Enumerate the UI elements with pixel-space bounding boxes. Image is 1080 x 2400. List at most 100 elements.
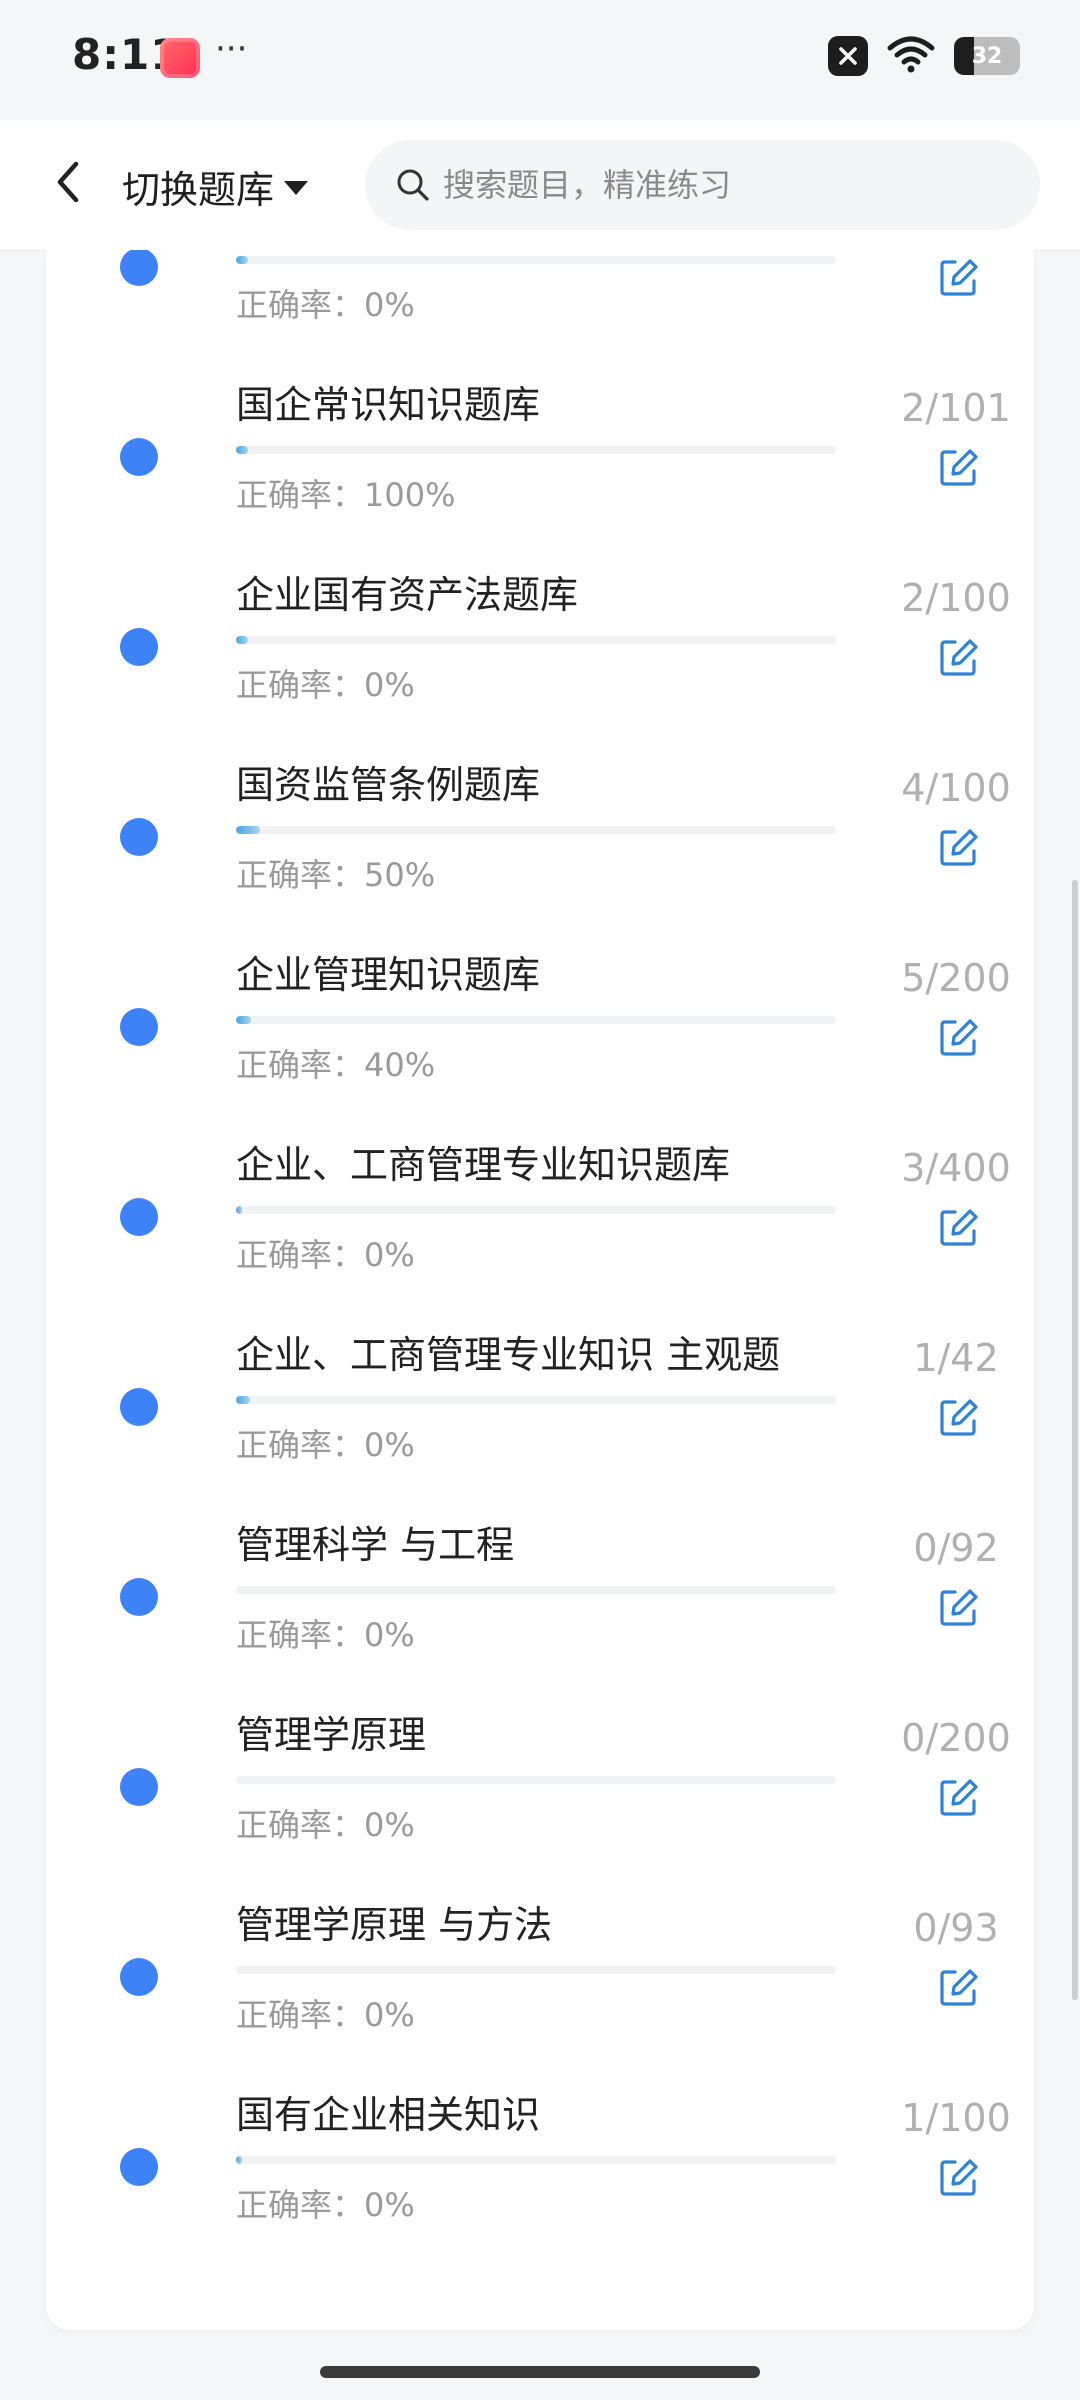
edit-button[interactable] <box>936 1206 980 1250</box>
no-sim-icon <box>828 36 868 76</box>
edit-button[interactable] <box>936 256 980 300</box>
edit-button[interactable] <box>936 1586 980 1630</box>
status-dot <box>120 1008 158 1046</box>
status-dot <box>120 1768 158 1806</box>
item-title: 国资监管条例题库 <box>236 763 541 807</box>
progress-count: 0/200 <box>901 1716 1011 1760</box>
progress-track <box>236 1776 836 1784</box>
progress-track <box>236 256 836 264</box>
item-title: 管理学原理 与方法 <box>236 1903 553 1947</box>
switch-bank-dropdown[interactable]: 切换题库 <box>122 156 309 216</box>
progress-count: 2/101 <box>901 386 1011 430</box>
edit-icon <box>940 1019 978 1056</box>
edit-icon <box>940 639 978 676</box>
list-item[interactable]: 企业、工商管理专业知识题库正确率：0% 3/400 <box>46 1134 1034 1324</box>
status-bar: 8:11 ··· 32 <box>0 0 1080 120</box>
accuracy-label: 正确率：0% <box>236 2186 415 2224</box>
edit-icon <box>940 1589 978 1626</box>
home-gesture-bar[interactable] <box>320 2366 760 2378</box>
progress-track <box>236 636 836 644</box>
question-bank-list: 库正确率：0%3/97 国企常识知识题库正确率：100% 2/101 企业国有资产法题… <box>46 250 1034 2274</box>
progress-count: 2/100 <box>901 576 1011 620</box>
status-dot <box>120 1958 158 1996</box>
progress-track <box>236 1206 836 1214</box>
progress-count: 0/92 <box>913 1526 999 1570</box>
edit-icon <box>940 1779 978 1816</box>
status-dot <box>120 1198 158 1236</box>
progress-count: 1/42 <box>913 1336 999 1380</box>
wifi-icon <box>886 34 936 78</box>
progress-count: 3/400 <box>901 1146 1011 1190</box>
battery-icon: 32 <box>954 37 1020 75</box>
accuracy-label: 正确率：50% <box>236 856 436 894</box>
progress-fill <box>236 256 248 264</box>
list-item[interactable]: 企业管理知识题库 正确率：40% 5/200 <box>46 944 1034 1134</box>
progress-fill <box>236 826 260 834</box>
progress-track <box>236 2156 836 2164</box>
item-title: 企业、工商管理专业知识题库 <box>236 1143 731 1187</box>
item-title: 国有企业相关知识 <box>236 2093 541 2137</box>
edit-button[interactable] <box>936 826 980 870</box>
progress-track <box>236 1586 836 1594</box>
progress-track <box>236 1966 836 1974</box>
edit-button[interactable] <box>936 1396 980 1440</box>
accuracy-label: 正确率：40% <box>236 1046 436 1084</box>
status-dot <box>120 818 158 856</box>
top-nav: 切换题库 <box>0 120 1080 251</box>
edit-icon <box>940 2159 978 2196</box>
back-button[interactable] <box>38 152 98 212</box>
list-item[interactable]: 库正确率：0%3/97 <box>46 250 1034 374</box>
edit-icon <box>940 259 978 296</box>
item-title: 企业、工商管理专业知识 主观题 <box>236 1333 781 1377</box>
scrollbar[interactable] <box>1072 880 1078 2000</box>
progress-fill <box>236 446 248 454</box>
edit-icon <box>940 1209 978 1246</box>
progress-track <box>236 1016 836 1024</box>
search-icon <box>395 167 431 203</box>
progress-track <box>236 826 836 834</box>
edit-button[interactable] <box>936 636 980 680</box>
search-input[interactable] <box>441 165 1025 205</box>
edit-button[interactable] <box>936 1016 980 1060</box>
battery-level: 32 <box>971 43 1003 69</box>
question-bank-card: 库正确率：0%3/97 国企常识知识题库正确率：100% 2/101 企业国有资产法题… <box>46 250 1034 2330</box>
edit-button[interactable] <box>936 2156 980 2200</box>
list-item[interactable]: 国资监管条例题库 正确率：50% 4/100 <box>46 754 1034 944</box>
progress-fill <box>236 1206 242 1214</box>
accuracy-label: 正确率：0% <box>236 1996 415 2034</box>
list-item[interactable]: 企业、工商管理专业知识 主观题 正确率：0% 1/42 <box>46 1324 1034 1514</box>
list-item[interactable]: 管理科学 与工程 正确率：0% 0/92 <box>46 1514 1034 1704</box>
accuracy-label: 正确率：0% <box>236 286 415 324</box>
accuracy-label: 正确率：0% <box>236 666 415 704</box>
app-notification-icon <box>160 38 200 78</box>
search-box[interactable] <box>365 140 1040 230</box>
edit-icon <box>940 1969 978 2006</box>
status-dot <box>120 1578 158 1616</box>
edit-icon <box>940 829 978 866</box>
accuracy-label: 正确率：0% <box>236 1806 415 1844</box>
chevron-left-icon <box>57 161 79 203</box>
item-title: 国企常识知识题库 <box>236 383 541 427</box>
accuracy-label: 正确率：100% <box>236 476 456 514</box>
list-item[interactable]: 国企常识知识题库正确率：100% 2/101 <box>46 374 1034 564</box>
status-dot <box>120 250 158 286</box>
progress-count: 0/93 <box>913 1906 999 1950</box>
list-item[interactable]: 企业国有资产法题库正确率：0% 2/100 <box>46 564 1034 754</box>
status-dot <box>120 628 158 666</box>
list-item[interactable]: 国有企业相关知识 正确率：0% 1/100 <box>46 2084 1034 2274</box>
item-title: 管理学原理 <box>236 1713 427 1757</box>
list-item[interactable]: 管理学原理 与方法正确率：0% 0/93 <box>46 1894 1034 2084</box>
edit-button[interactable] <box>936 446 980 490</box>
progress-fill <box>236 1396 251 1404</box>
status-dot <box>120 438 158 476</box>
edit-button[interactable] <box>936 1966 980 2010</box>
accuracy-label: 正确率：0% <box>236 1616 415 1654</box>
item-title: 企业国有资产法题库 <box>236 573 579 617</box>
status-dot <box>120 1388 158 1426</box>
list-item[interactable]: 管理学原理正确率：0% 0/200 <box>46 1704 1034 1894</box>
accuracy-label: 正确率：0% <box>236 1236 415 1274</box>
status-dot <box>120 2148 158 2186</box>
edit-button[interactable] <box>936 1776 980 1820</box>
progress-fill <box>236 1016 251 1024</box>
switch-bank-label: 切换题库 <box>122 167 275 212</box>
